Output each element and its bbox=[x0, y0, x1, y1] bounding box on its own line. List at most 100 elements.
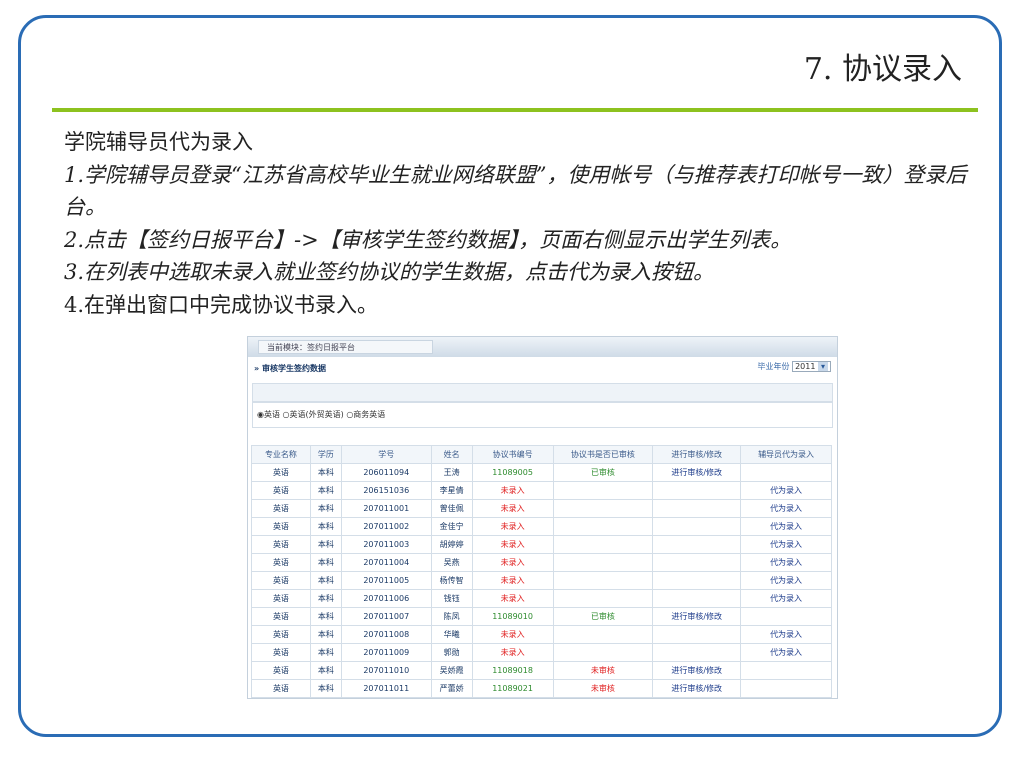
radio-2[interactable]: ○商务英语 bbox=[346, 410, 385, 419]
major-cell: 英语 bbox=[251, 553, 311, 572]
table-row: 英语 本科 206151036 李星倩 未录入 代为录入 bbox=[251, 481, 832, 500]
proxy-entry-link bbox=[740, 679, 832, 698]
review-status-cell bbox=[552, 535, 654, 554]
radio-1[interactable]: ○英语(外贸英语) bbox=[283, 410, 344, 419]
major-cell: 英语 bbox=[251, 625, 311, 644]
proxy-entry-link[interactable]: 代为录入 bbox=[740, 589, 832, 608]
major-cell: 英语 bbox=[251, 499, 311, 518]
degree-cell: 本科 bbox=[309, 481, 342, 500]
agreement-no-cell: 未录入 bbox=[471, 517, 554, 536]
table-row: 英语 本科 207011011 严蕾娇 11089021 未审核 进行审核/修改 bbox=[251, 679, 832, 698]
review-status-cell bbox=[552, 589, 654, 608]
student-id-cell: 206151036 bbox=[340, 481, 432, 500]
major-radios: ◉英语 ○英语(外贸英语) ○商务英语 bbox=[252, 401, 833, 428]
degree-cell: 本科 bbox=[309, 643, 342, 662]
slide-body: 学院辅导员代为录入 1.学院辅导员登录“江苏省高校毕业生就业网络联盟”，使用帐号… bbox=[64, 126, 994, 321]
table-row: 英语 本科 207011002 金佳宁 未录入 代为录入 bbox=[251, 517, 832, 536]
column-header: 协议书是否已审核 bbox=[552, 445, 654, 464]
review-status-cell: 已审核 bbox=[552, 463, 654, 482]
year-value: 2011 bbox=[795, 362, 816, 371]
column-header: 专业名称 bbox=[251, 445, 311, 464]
filter-band bbox=[252, 383, 833, 403]
table-row: 英语 本科 206011094 王涛 11089005 已审核 进行审核/修改 bbox=[251, 463, 832, 482]
table-row: 英语 本科 207011008 华曦 未录入 代为录入 bbox=[251, 625, 832, 644]
review-status-cell bbox=[552, 499, 654, 518]
table-row: 英语 本科 207011004 吴燕 未录入 代为录入 bbox=[251, 553, 832, 572]
review-status-cell bbox=[552, 481, 654, 500]
agreement-no-cell: 11089018 bbox=[471, 661, 554, 680]
review-status-cell bbox=[552, 517, 654, 536]
degree-cell: 本科 bbox=[309, 553, 342, 572]
major-cell: 英语 bbox=[251, 607, 311, 626]
degree-cell: 本科 bbox=[309, 535, 342, 554]
proxy-entry-link[interactable]: 代为录入 bbox=[740, 499, 832, 518]
review-status-cell: 未审核 bbox=[552, 661, 654, 680]
chevron-down-icon[interactable]: ▾ bbox=[818, 362, 828, 371]
proxy-entry-link[interactable]: 代为录入 bbox=[740, 517, 832, 536]
module-tab[interactable]: 当前模块：签约日报平台 bbox=[258, 340, 433, 354]
proxy-entry-link bbox=[740, 463, 832, 482]
table-row: 英语 本科 207011007 陈凤 11089010 已审核 进行审核/修改 bbox=[251, 607, 832, 626]
major-cell: 英语 bbox=[251, 571, 311, 590]
name-cell: 钱钰 bbox=[430, 589, 473, 608]
agreement-no-cell: 未录入 bbox=[471, 589, 554, 608]
student-table: 专业名称 学历 学号 姓名 协议书编号 协议书是否已审核 进行审核/修改 辅导员代为录入 英语… bbox=[251, 445, 832, 698]
section-heading: » 审核学生签约数据 bbox=[254, 364, 326, 373]
student-id-cell: 207011008 bbox=[340, 625, 432, 644]
review-edit-link bbox=[652, 535, 742, 554]
review-edit-link[interactable]: 进行审核/修改 bbox=[652, 607, 742, 626]
table-row: 英语 本科 207011006 钱钰 未录入 代为录入 bbox=[251, 589, 832, 608]
table-row: 英语 本科 207011003 胡婷婷 未录入 代为录入 bbox=[251, 535, 832, 554]
review-edit-link[interactable]: 进行审核/修改 bbox=[652, 463, 742, 482]
review-edit-link[interactable]: 进行审核/修改 bbox=[652, 661, 742, 680]
line-2: 2.点击【签约日报平台】->【审核学生签约数据】，页面右侧显示出学生列表。 bbox=[64, 227, 792, 252]
proxy-entry-link[interactable]: 代为录入 bbox=[740, 553, 832, 572]
slide-title: 7. 协议录入 bbox=[803, 52, 962, 87]
name-cell: 吴娇霞 bbox=[430, 661, 473, 680]
table-row: 英语 本科 207011005 杨传智 未录入 代为录入 bbox=[251, 571, 832, 590]
review-edit-link bbox=[652, 589, 742, 608]
review-edit-link bbox=[652, 499, 742, 518]
major-cell: 英语 bbox=[251, 463, 311, 482]
column-header: 学历 bbox=[309, 445, 342, 464]
student-id-cell: 207011009 bbox=[340, 643, 432, 662]
name-cell: 华曦 bbox=[430, 625, 473, 644]
major-cell: 英语 bbox=[251, 589, 311, 608]
degree-cell: 本科 bbox=[309, 463, 342, 482]
agreement-no-cell: 未录入 bbox=[471, 553, 554, 572]
divider bbox=[52, 108, 978, 112]
column-header: 协议书编号 bbox=[471, 445, 554, 464]
agreement-no-cell: 未录入 bbox=[471, 481, 554, 500]
review-edit-link bbox=[652, 481, 742, 500]
name-cell: 陈凤 bbox=[430, 607, 473, 626]
proxy-entry-link[interactable]: 代为录入 bbox=[740, 571, 832, 590]
review-edit-link[interactable]: 进行审核/修改 bbox=[652, 679, 742, 698]
proxy-entry-link[interactable]: 代为录入 bbox=[740, 481, 832, 500]
agreement-no-cell: 11089021 bbox=[471, 679, 554, 698]
review-edit-link bbox=[652, 517, 742, 536]
degree-cell: 本科 bbox=[309, 607, 342, 626]
agreement-no-cell: 未录入 bbox=[471, 571, 554, 590]
column-header: 姓名 bbox=[430, 445, 473, 464]
student-id-cell: 207011007 bbox=[340, 607, 432, 626]
agreement-no-cell: 11089005 bbox=[471, 463, 554, 482]
line-4: 4.在弹出窗口中完成协议书录入。 bbox=[64, 292, 379, 317]
proxy-entry-link[interactable]: 代为录入 bbox=[740, 625, 832, 644]
name-cell: 金佳宁 bbox=[430, 517, 473, 536]
degree-cell: 本科 bbox=[309, 517, 342, 536]
proxy-entry-link[interactable]: 代为录入 bbox=[740, 643, 832, 662]
student-id-cell: 207011003 bbox=[340, 535, 432, 554]
proxy-entry-link bbox=[740, 661, 832, 680]
student-id-cell: 207011002 bbox=[340, 517, 432, 536]
line-3: 3.在列表中选取未录入就业签约协议的学生数据，点击代为录入按钮。 bbox=[64, 260, 715, 284]
major-cell: 英语 bbox=[251, 661, 311, 680]
proxy-entry-link[interactable]: 代为录入 bbox=[740, 535, 832, 554]
major-cell: 英语 bbox=[251, 517, 311, 536]
table-row: 英语 本科 207011009 郭勋 未录入 代为录入 bbox=[251, 643, 832, 662]
line-0: 学院辅导员代为录入 bbox=[64, 130, 253, 154]
agreement-no-cell: 未录入 bbox=[471, 499, 554, 518]
heading-text: 审核学生签约数据 bbox=[261, 364, 326, 373]
radio-0[interactable]: ◉英语 bbox=[257, 410, 280, 419]
review-edit-link bbox=[652, 625, 742, 644]
year-select[interactable]: 2011 ▾ bbox=[792, 361, 831, 372]
